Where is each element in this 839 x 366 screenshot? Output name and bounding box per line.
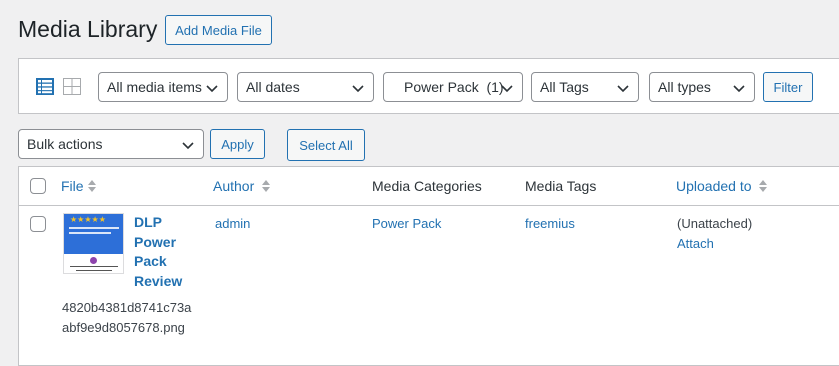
apply-button[interactable]: Apply xyxy=(210,129,265,159)
media-title-link[interactable]: DLP Power Pack Review xyxy=(134,213,194,291)
row-checkbox[interactable] xyxy=(30,216,46,232)
select-all-checkbox[interactable] xyxy=(30,178,46,194)
column-author[interactable]: Author xyxy=(213,178,254,194)
column-file[interactable]: File xyxy=(61,178,84,194)
chevron-down-icon xyxy=(733,85,745,93)
sort-icon[interactable] xyxy=(758,179,768,193)
column-media-categories: Media Categories xyxy=(372,178,482,194)
types-select[interactable]: All types xyxy=(649,72,755,102)
media-filename: 4820b4381d8741c73a abf9e9d8057678.png xyxy=(62,300,192,335)
chevron-down-icon xyxy=(352,85,364,93)
table-header: File Author Media Categories Media Tags … xyxy=(19,167,839,206)
media-thumbnail[interactable]: ★★★★★ xyxy=(63,213,124,274)
filter-bar: All media items All dates Power Pack (1)… xyxy=(18,58,839,114)
column-uploaded-to[interactable]: Uploaded to xyxy=(676,178,752,194)
filter-button[interactable]: Filter xyxy=(763,72,813,102)
author-link[interactable]: admin xyxy=(215,216,250,231)
attach-link[interactable]: Attach xyxy=(677,236,714,251)
dates-select[interactable]: All dates xyxy=(237,72,374,102)
chevron-down-icon xyxy=(182,142,194,150)
bulk-actions-select[interactable]: Bulk actions xyxy=(18,129,204,159)
chevron-down-icon xyxy=(617,85,629,93)
tag-link[interactable]: freemius xyxy=(525,216,575,231)
add-media-file-button[interactable]: Add Media File xyxy=(165,15,272,45)
grid-view-icon[interactable] xyxy=(63,78,81,98)
category-select[interactable]: Power Pack (1) xyxy=(383,72,523,102)
chevron-down-icon xyxy=(501,85,513,93)
tags-select[interactable]: All Tags xyxy=(531,72,639,102)
chevron-down-icon xyxy=(206,85,218,93)
column-media-tags: Media Tags xyxy=(525,178,597,194)
media-table: File Author Media Categories Media Tags … xyxy=(18,166,839,366)
category-link[interactable]: Power Pack xyxy=(372,216,441,231)
media-items-select[interactable]: All media items xyxy=(98,72,228,102)
page-title: Media Library xyxy=(18,16,158,42)
sort-icon[interactable] xyxy=(87,179,97,193)
select-all-button[interactable]: Select All xyxy=(287,129,365,161)
uploaded-to-value: (Unattached) xyxy=(677,216,753,231)
list-view-icon[interactable] xyxy=(36,78,54,98)
sort-icon[interactable] xyxy=(261,179,271,193)
